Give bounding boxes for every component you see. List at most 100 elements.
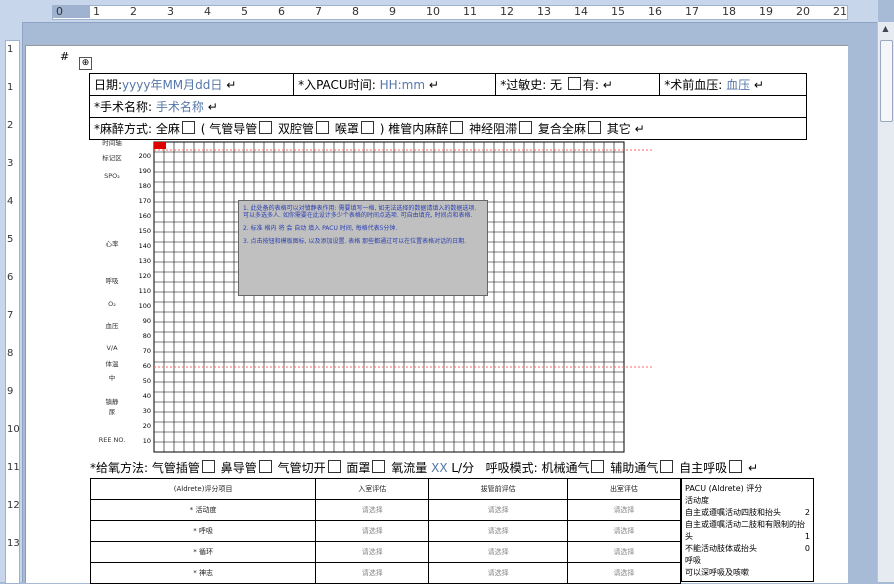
vertical-scrollbar[interactable]: ▲ xyxy=(877,22,894,582)
pacu-time-field[interactable]: HH:mm xyxy=(380,78,425,92)
score-select[interactable]: 请选择 xyxy=(428,520,568,542)
oxygen-option-label: 面罩 xyxy=(346,461,371,475)
table-move-handle-icon[interactable]: ⊕ xyxy=(79,57,92,70)
anes-checkbox[interactable] xyxy=(259,121,273,134)
ruler-number: 0 xyxy=(56,5,63,18)
table-row: * 活动度 请选择 请选择 请选择 xyxy=(89,499,682,521)
anes-option-label: 其它 xyxy=(606,122,631,136)
scroll-up-icon[interactable]: ▲ xyxy=(880,24,891,36)
score-select[interactable]: 请选择 xyxy=(566,562,682,584)
score-select[interactable]: 请选择 xyxy=(428,499,568,521)
note-paragraph: 2. 标准 格内 将 会 自动 填入 PACU 时间, 每格代表5分钟. xyxy=(243,225,398,232)
date-cell[interactable]: 日期:yyyy年MM月dd日 ↵ xyxy=(88,73,295,96)
date-field[interactable]: yyyy年MM月dd日 xyxy=(122,78,222,92)
ruler-number: 1 xyxy=(93,5,100,18)
legend-score: 1 xyxy=(804,532,810,541)
ruler-number: 11 xyxy=(7,462,20,473)
row-label: O₂ xyxy=(108,300,116,308)
score-select[interactable]: 请选择 xyxy=(315,541,430,563)
y-tick-label: 160 xyxy=(139,212,151,220)
allergy-yes-label: 有: xyxy=(582,78,599,92)
mode-checkbox[interactable] xyxy=(729,460,743,473)
anes-checkbox[interactable] xyxy=(181,121,195,134)
anes-checkbox[interactable] xyxy=(587,121,601,134)
legend-title: PACU (Aldrete) 评分 xyxy=(685,484,763,493)
legend-line: 自主或遵嘱活动四肢和抬头 xyxy=(685,508,781,517)
ruler-number: 6 xyxy=(278,5,285,18)
vital-signs-grid[interactable]: 200 190 180 170 160 150 140 130 120 110 100 90 80 70 6… xyxy=(92,138,652,456)
flow-unit: L/分 xyxy=(451,461,475,475)
score-select[interactable]: 请选择 xyxy=(315,499,430,521)
anesthesia-cell[interactable]: *麻醉方式: 全麻 ( 气管导管 双腔管 喉罩 ) 椎管内麻醉 神经阻滞 复合全… xyxy=(89,117,807,140)
score-select[interactable]: 请选择 xyxy=(315,520,430,542)
ruler-number: 10 xyxy=(7,424,20,435)
note-paragraph: 1. 此处备的表格可以对镇静表作用: 需要填写一格, 如无法选择的数据请填入的数… xyxy=(243,205,477,219)
surgery-field[interactable]: 手术名称 xyxy=(156,100,204,114)
score-select[interactable]: 请选择 xyxy=(566,541,682,563)
row-label: V/A xyxy=(106,344,118,352)
oxygen-checkbox[interactable] xyxy=(201,460,215,473)
y-tick-label: 180 xyxy=(139,182,151,190)
score-select[interactable]: 请选择 xyxy=(428,562,568,584)
ruler-number: 14 xyxy=(574,5,588,18)
ruler-number: 7 xyxy=(315,5,322,18)
legend-score: 2 xyxy=(804,508,810,517)
row-label: 血压 xyxy=(106,321,120,330)
pacu-cell[interactable]: *入PACU时间: HH:mm ↵ xyxy=(293,73,497,96)
row-label: REE NO. xyxy=(99,436,126,444)
score-select[interactable]: 请选择 xyxy=(566,499,682,521)
ruler-number: 11 xyxy=(463,5,477,18)
y-tick-label: 140 xyxy=(139,242,151,250)
column-header: (Aldrete)评分项目 xyxy=(89,478,317,500)
oxygen-option-label: 气管插管 xyxy=(151,461,200,475)
y-tick-label: 190 xyxy=(139,167,151,175)
oxygen-row: *给氧方法: 气管插管 鼻导管 气管切开 面罩 氧流量 XX L/分 呼吸模式:… xyxy=(90,460,759,475)
row-label: * 神志 xyxy=(89,562,317,584)
anes-checkbox[interactable] xyxy=(360,121,374,134)
ruler-number: 7 xyxy=(7,310,14,321)
table-row: * 神志 请选择 请选择 请选择 xyxy=(89,562,682,584)
score-select[interactable]: 请选择 xyxy=(315,562,430,584)
mode-option-label: 机械通气 xyxy=(541,461,590,475)
ruler-number: 4 xyxy=(7,196,14,207)
vertical-ruler[interactable]: 1 1 2 3 4 5 6 7 8 9 10 11 12 13 xyxy=(0,22,23,584)
date-label: 日期: xyxy=(94,78,123,92)
legend-line: 呼吸 xyxy=(685,556,701,565)
anes-option-label: ) 椎管内麻醉 xyxy=(379,122,449,136)
score-select[interactable]: 请选择 xyxy=(428,541,568,563)
oxygen-option-label: 鼻导管 xyxy=(220,461,257,475)
anes-checkbox[interactable] xyxy=(316,121,330,134)
oxygen-option-label: 气管切开 xyxy=(277,461,326,475)
y-tick-label: 60 xyxy=(143,362,151,370)
oxygen-checkbox[interactable] xyxy=(372,460,386,473)
horizontal-ruler[interactable]: 0 1 2 3 4 5 6 7 8 9 10 11 12 13 14 15 16 17 18 19 20 21 xyxy=(0,0,878,23)
mode-checkbox[interactable] xyxy=(591,460,605,473)
allergy-yes-checkbox[interactable] xyxy=(567,77,581,90)
oxygen-checkbox[interactable] xyxy=(258,460,272,473)
surgery-cell[interactable]: *手术名称: 手术名称 ↵ xyxy=(89,95,807,118)
note-paragraph: 3. 点击按钮和模板图标, 以及添加设置. 表格 那些都通过可以在位置表格对话的… xyxy=(243,238,467,245)
row-label: 时间轴 xyxy=(102,138,122,147)
score-select[interactable]: 请选择 xyxy=(566,520,682,542)
anesthesia-label: *麻醉方式: xyxy=(94,122,153,136)
flow-field[interactable]: XX xyxy=(431,461,447,475)
bp-cell[interactable]: *术前血压: 血压 ↵ xyxy=(659,73,807,96)
ruler-number: 15 xyxy=(611,5,625,18)
y-tick-label: 150 xyxy=(139,227,151,235)
mode-checkbox[interactable] xyxy=(660,460,674,473)
anes-checkbox[interactable] xyxy=(519,121,533,134)
ruler-number: 2 xyxy=(7,120,14,131)
oxygen-checkbox[interactable] xyxy=(327,460,341,473)
ruler-number: 13 xyxy=(537,5,551,18)
row-label: 尿 xyxy=(109,408,116,416)
allergy-cell[interactable]: *过敏史: 无 有: ↵ xyxy=(495,73,661,96)
anes-checkbox[interactable] xyxy=(450,121,464,134)
scroll-thumb[interactable] xyxy=(880,40,893,122)
y-tick-label: 100 xyxy=(139,302,151,310)
row-label: 呼吸 xyxy=(106,276,120,285)
y-tick-label: 170 xyxy=(139,197,151,205)
y-tick-label: 130 xyxy=(139,257,151,265)
ruler-number: 13 xyxy=(7,538,20,549)
ruler-number: 9 xyxy=(389,5,396,18)
bp-field[interactable]: 血压 xyxy=(726,78,750,92)
